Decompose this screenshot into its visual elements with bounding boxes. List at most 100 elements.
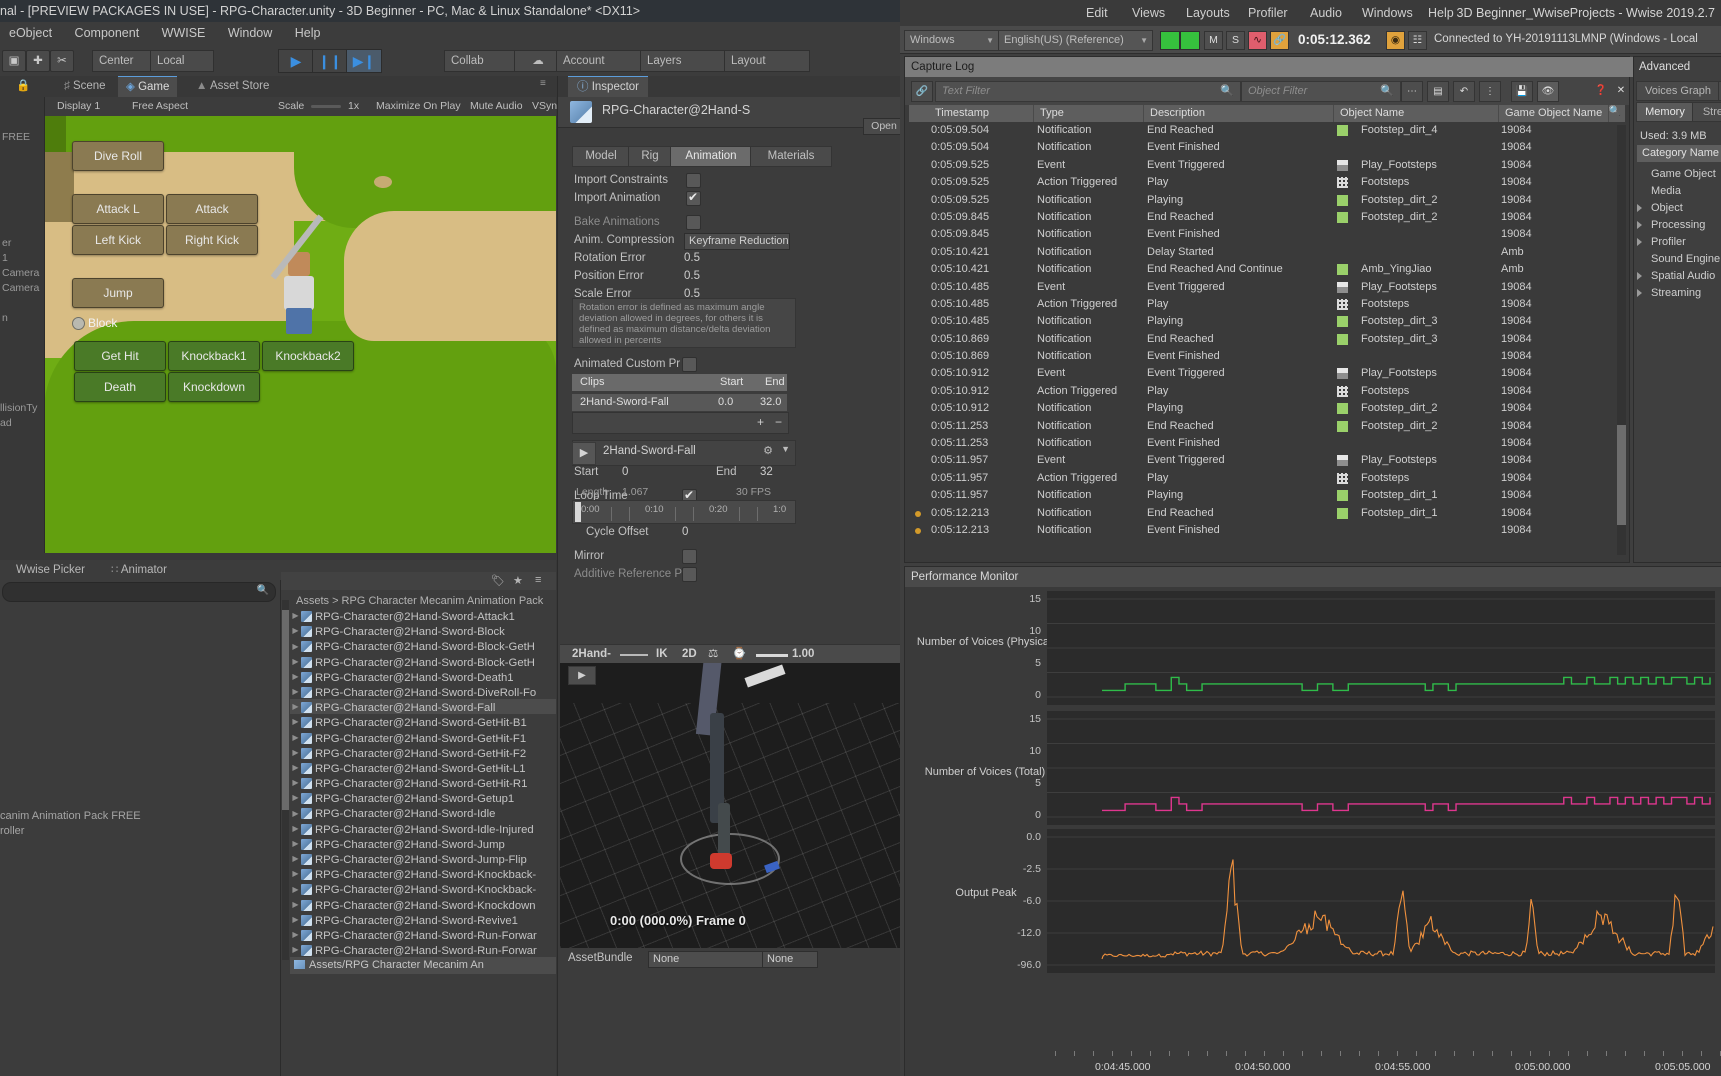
animated-custom-props-checkbox[interactable] [682,357,697,372]
asset-row[interactable]: ▶ RPG-Character@2Hand-Sword-Idle-Injured [290,821,556,836]
options-menu-icon[interactable]: ≡ [540,78,546,89]
menu-item-layouts[interactable]: Layouts [1186,0,1230,26]
menu-item-help[interactable]: Help [1428,0,1454,26]
animation-preview[interactable] [560,663,900,948]
capture-log-scroll-thumb[interactable] [1617,425,1626,525]
game-button-left-kick[interactable]: Left Kick [72,225,164,255]
assetbundle-variant-dropdown[interactable]: None [762,951,818,968]
mirror-checkbox[interactable] [682,549,697,564]
layout-dropdown[interactable]: Layout [724,50,810,72]
asset-row[interactable]: ▶ RPG-Character@2Hand-Sword-GetHit-F1 [290,730,556,745]
label-icon[interactable]: 🏷 [491,574,505,587]
profiler-category-object[interactable]: Object [1637,200,1683,217]
table-row[interactable]: 0:05:10.869 Notification End Reached Footst… [909,331,1625,348]
clip-row[interactable]: 2Hand-Sword-Fall 0.0 32.0 [572,394,787,411]
table-row[interactable]: 0:05:11.253 Notification Event Finished 190… [909,435,1625,452]
expand-arrow-icon[interactable]: ▶ [290,927,301,942]
table-row[interactable]: 0:05:09.504 Notification End Reached Footst… [909,122,1625,139]
open-button[interactable]: Open [863,118,900,135]
add-clip-button[interactable]: + [757,415,764,429]
preview-pivot-icon[interactable]: ⚖ [708,645,718,664]
expand-arrow-icon[interactable]: ▶ [290,623,301,638]
search-icon[interactable]: 🔍 [1220,82,1234,101]
tab-inspector[interactable]: ⓘ Inspector [568,76,649,98]
expand-arrow-icon[interactable]: ▶ [290,669,301,684]
menu-item-gameobject[interactable]: eObject [0,22,61,44]
table-row[interactable]: 0:05:10.485 Action Triggered Play Footsteps… [909,296,1625,313]
game-button-right-kick[interactable]: Right Kick [166,225,258,255]
game-button-attack[interactable]: Attack [166,194,258,224]
hand-tool-icon[interactable]: ▣ [2,50,26,72]
table-row[interactable]: 0:05:10.912 Event Event Triggered Play_Foot… [909,365,1625,382]
expand-arrow-icon[interactable] [1637,221,1642,229]
animation-name-field[interactable]: 2Hand-Sword-Fall ⚙ ▼ [572,440,796,466]
search-icon[interactable]: 🔍 [1609,106,1621,117]
platform-dropdown[interactable]: Windows ▼ [904,30,999,51]
table-row[interactable]: 0:05:09.504 Notification Event Finished 190… [909,139,1625,156]
asset-row[interactable]: ▶ RPG-Character@2Hand-Sword-Run-Forwar [290,942,556,957]
solo-button[interactable]: S [1226,31,1245,50]
expand-arrow-icon[interactable]: ▶ [290,882,301,897]
game-button-jump[interactable]: Jump [72,278,164,308]
tab-streaming[interactable]: Strea [1692,102,1721,122]
expand-arrow-icon[interactable] [1637,272,1642,280]
asset-row[interactable]: ▶ RPG-Character@2Hand-Sword-GetHit-B1 [290,714,556,729]
expand-arrow-icon[interactable]: ▶ [290,699,301,714]
tab-model[interactable]: Model [572,146,630,167]
table-row[interactable]: 0:05:11.957 Event Event Triggered Play_Foot… [909,452,1625,469]
asset-row[interactable]: ▶ RPG-Character@2Hand-Sword-Knockdown [290,897,556,912]
tab-materials[interactable]: Materials [750,146,832,167]
expand-arrow-icon[interactable]: ▶ [290,851,301,866]
close-icon[interactable]: ✕ [1611,81,1631,100]
mute-audio-toggle[interactable]: Mute Audio [465,97,528,116]
expand-arrow-icon[interactable]: ▶ [290,730,301,745]
expand-arrow-icon[interactable]: ▶ [290,684,301,699]
table-row[interactable]: 0:05:10.912 Action Triggered Play Footsteps… [909,383,1625,400]
chart-voices-total[interactable] [1047,711,1715,825]
help-icon[interactable]: ❓ [1591,81,1611,100]
expand-arrow-icon[interactable]: ▶ [290,760,301,775]
profiler-category-sound-engine[interactable]: Sound Engine [1637,251,1720,268]
remove-clip-button[interactable]: − [775,415,782,429]
table-row[interactable]: 0:05:10.485 Event Event Triggered Play_Foot… [909,279,1625,296]
menu-item-views[interactable]: Views [1132,0,1165,26]
anim-compression-dropdown[interactable]: Keyframe Reduction [684,233,790,250]
asset-row[interactable]: ▶ RPG-Character@2Hand-Sword-Block-GetH [290,638,556,653]
import-animation-checkbox[interactable] [686,190,701,206]
col-type[interactable]: Type [1034,105,1144,122]
expand-arrow-icon[interactable]: ▶ [290,745,301,760]
remote-icon[interactable]: ◉ [1386,31,1405,50]
tab-rig[interactable]: Rig [628,146,672,167]
menu-item-help[interactable]: Help [286,22,330,44]
favorite-star-icon[interactable]: ★ [513,574,523,587]
asset-row[interactable]: ▶ RPG-Character@2Hand-Sword-Revive1 [290,912,556,927]
timeline-playhead[interactable] [575,502,581,522]
tab-animation[interactable]: Animation [670,146,752,167]
expand-arrow-icon[interactable]: ▶ [290,790,301,805]
preview-speed-icon[interactable]: ⌚ [732,645,746,664]
expand-arrow-icon[interactable]: ▶ [290,897,301,912]
capture-log-scrollbar[interactable] [1617,125,1626,555]
expand-arrow-icon[interactable]: ▶ [290,654,301,669]
space-toggle[interactable]: Local [150,50,214,72]
asset-list-scroll-thumb[interactable] [282,610,289,810]
table-row[interactable]: 0:05:12.213 Notification Event Finished 190… [909,522,1625,539]
search-icon[interactable]: 🔍 [1380,82,1394,101]
column-options-icon[interactable]: ⋮ [1479,81,1501,102]
play-clip-icon[interactable]: ▶ [572,442,596,465]
asset-row[interactable]: ▶ RPG-Character@2Hand-Sword-DiveRoll-Fo [290,684,556,699]
tab-wwise-picker[interactable]: Wwise Picker [8,560,93,580]
col-timestamp[interactable]: Timestamp [929,105,1034,122]
start-value[interactable]: 0 [622,466,628,478]
table-row[interactable]: 0:05:09.525 Event Event Triggered Play_Foot… [909,157,1625,174]
end-value[interactable]: 32 [760,466,773,478]
asset-row[interactable]: ▶ RPG-Character@2Hand-Sword-Block [290,623,556,638]
game-button-get-hit[interactable]: Get Hit [74,341,166,371]
asset-row[interactable]: ▶ RPG-Character@2Hand-Sword-Attack1 [290,608,556,623]
expand-arrow-icon[interactable]: ▶ [290,806,301,821]
undo-icon[interactable]: ↶ [1453,81,1475,102]
expand-arrow-icon[interactable]: ▶ [290,912,301,927]
tab-voices-graph[interactable]: Voices Graph [1636,81,1720,101]
asset-row[interactable]: ▶ RPG-Character@2Hand-Sword-Getup1 [290,790,556,805]
chart-voices-physical[interactable] [1047,591,1715,705]
